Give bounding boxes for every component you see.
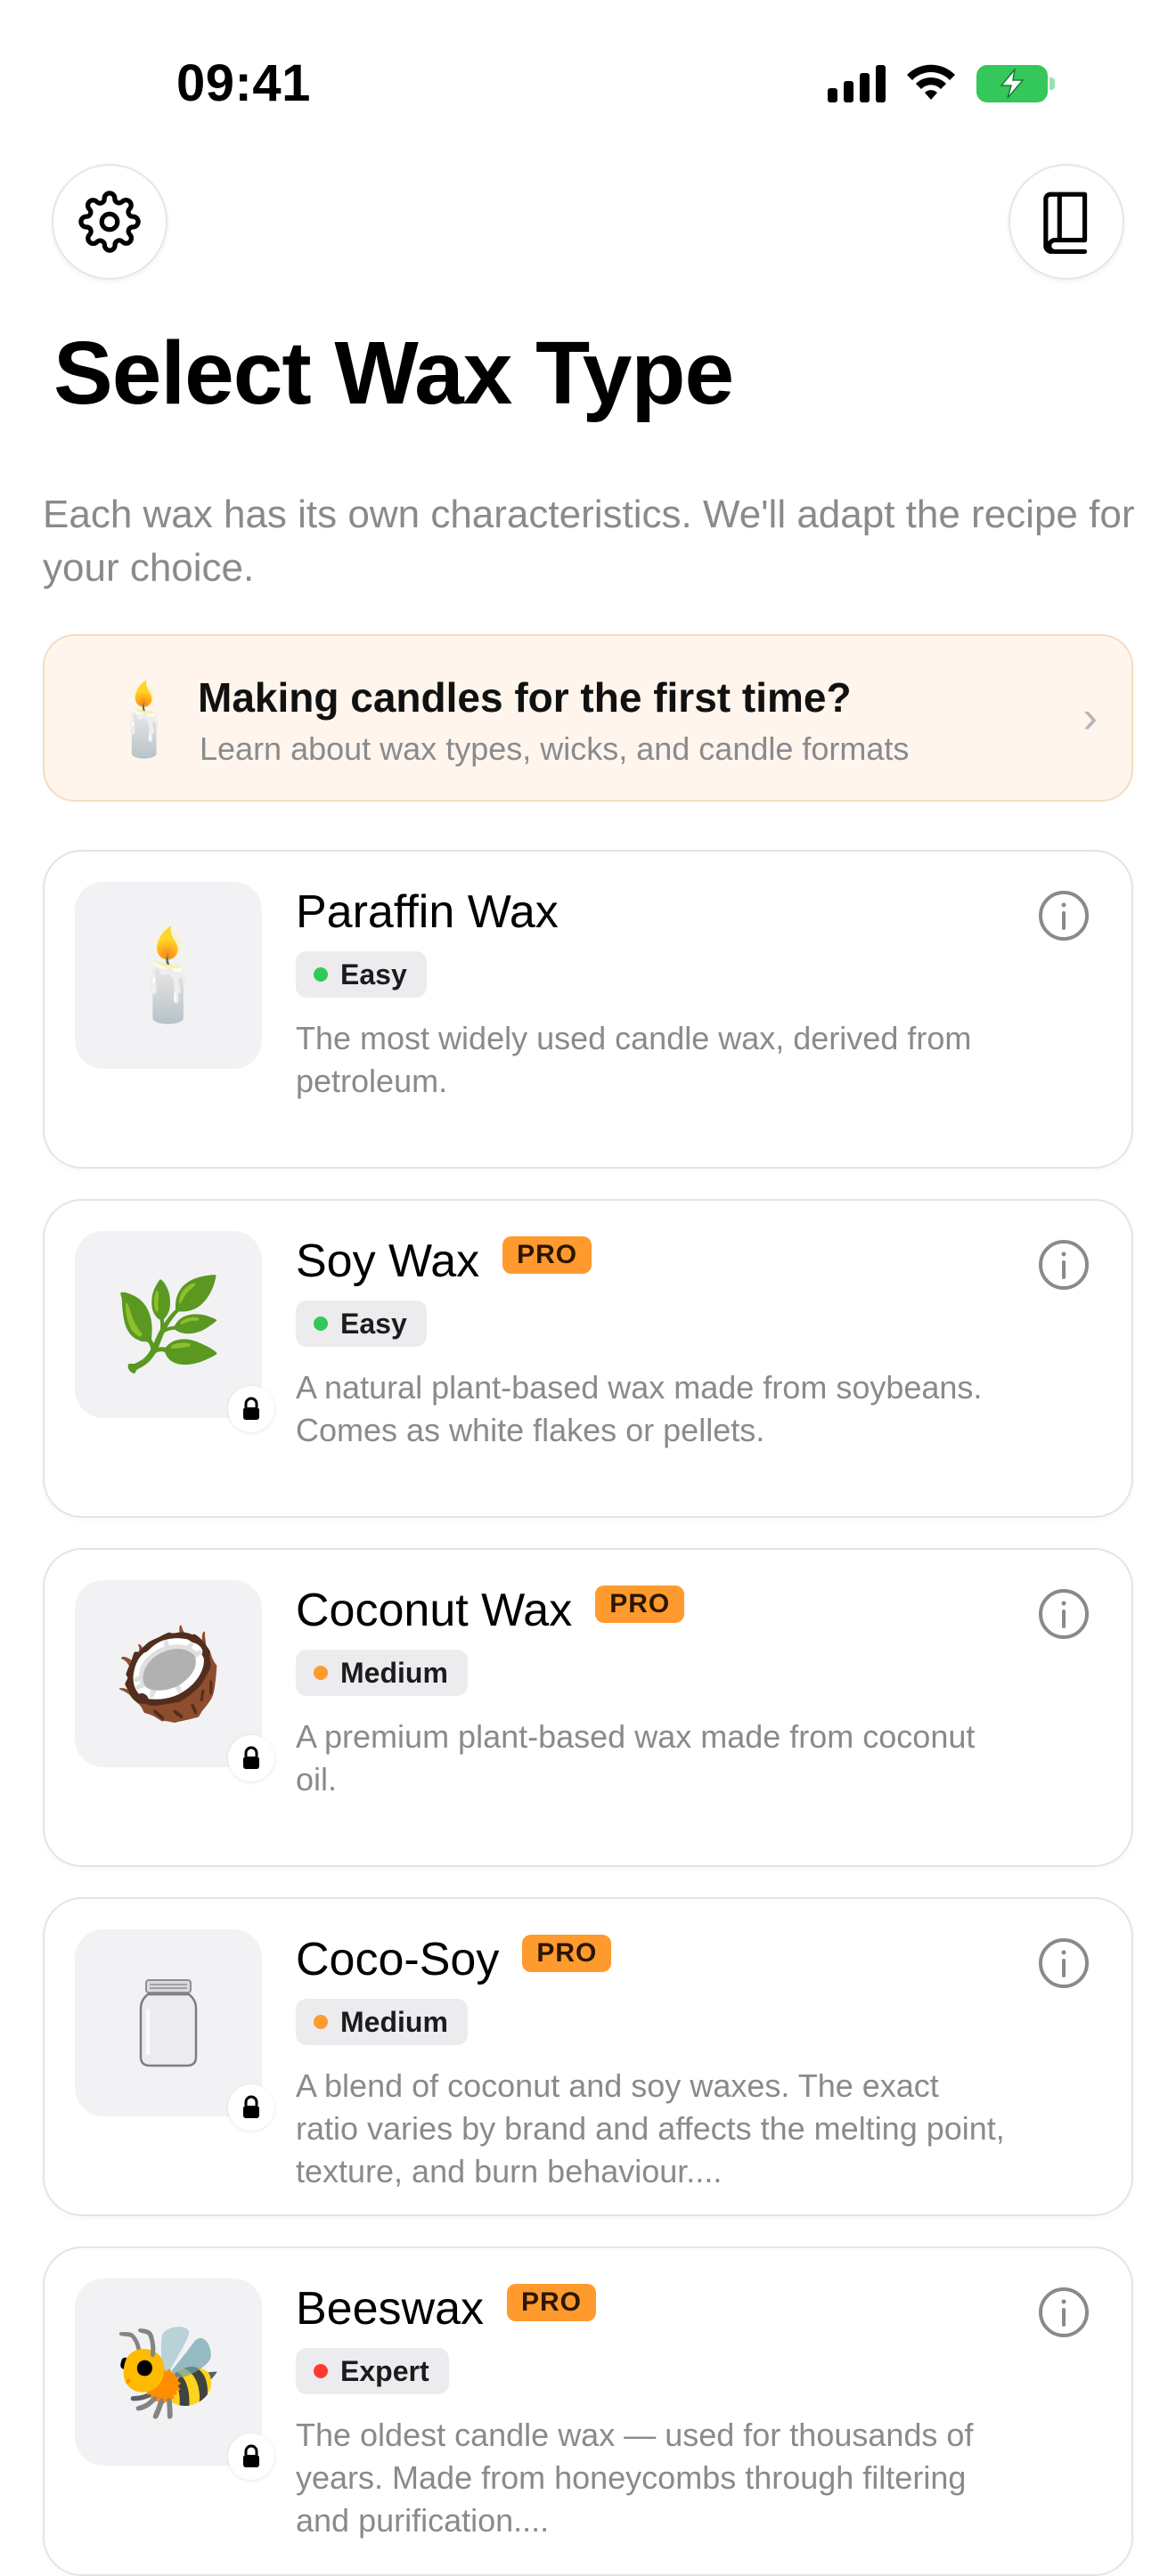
cellular-signal-icon xyxy=(828,65,886,102)
difficulty-label: Easy xyxy=(340,1307,407,1340)
candle-icon: 🕯️ xyxy=(112,925,225,1025)
book-icon xyxy=(1043,192,1088,254)
wax-card-coconut[interactable]: 🥥 Coconut Wax PRO Medium A premium plant… xyxy=(43,1548,1133,1867)
wax-card-beeswax[interactable]: 🐝 Beeswax PRO Expert The oldest candle w… xyxy=(43,2246,1133,2576)
jar-icon xyxy=(139,1979,198,2067)
difficulty-dot xyxy=(314,2015,328,2029)
wax-name: Paraffin Wax xyxy=(296,886,559,938)
banner-title: Making candles for the first time? xyxy=(198,674,852,721)
wax-card-coco-soy[interactable]: Coco-Soy PRO Medium A blend of coconut a… xyxy=(43,1897,1133,2216)
lock-icon xyxy=(228,2084,274,2131)
wax-thumbnail: 🐝 xyxy=(75,2278,262,2466)
wax-name: Coconut Wax xyxy=(296,1585,573,1636)
wax-description: The most widely used candle wax, derived… xyxy=(296,1020,972,1099)
info-icon[interactable] xyxy=(1037,1238,1090,1292)
wax-description: A premium plant-based wax made from coco… xyxy=(296,1718,976,1797)
difficulty-label: Expert xyxy=(340,2354,429,2387)
gear-icon xyxy=(78,191,141,253)
settings-button[interactable] xyxy=(52,164,167,280)
lock-icon xyxy=(228,1735,274,1781)
pro-badge: PRO xyxy=(502,1236,592,1274)
difficulty-label: Medium xyxy=(340,2005,448,2038)
wax-thumbnail: 🌿 xyxy=(75,1231,262,1418)
page-title: Select Wax Type xyxy=(53,323,734,423)
difficulty-badge: Easy xyxy=(296,1300,427,1347)
difficulty-dot xyxy=(314,1666,328,1680)
status-time: 09:41 xyxy=(176,54,311,112)
battery-charging-icon xyxy=(976,65,1055,102)
info-icon[interactable] xyxy=(1037,889,1090,942)
bee-icon: 🐝 xyxy=(112,2322,225,2422)
difficulty-badge: Medium xyxy=(296,1650,468,1696)
wax-description: The oldest candle wax — used for thousan… xyxy=(296,2417,974,2539)
pro-badge: PRO xyxy=(507,2284,597,2321)
wax-description: A blend of coconut and soy waxes. The ex… xyxy=(296,2067,1005,2189)
wax-name: Coco-Soy xyxy=(296,1934,500,1985)
difficulty-badge: Expert xyxy=(296,2348,449,2394)
difficulty-badge: Easy xyxy=(296,951,427,998)
wax-thumbnail: 🕯️ xyxy=(75,882,262,1069)
candle-icon: 🕯️ xyxy=(100,680,189,759)
wifi-icon xyxy=(907,64,955,100)
chevron-right-icon: › xyxy=(1082,692,1098,742)
status-bar: 09:41 xyxy=(0,0,1176,169)
page-subtitle: Each wax has its own characteristics. We… xyxy=(43,493,1135,590)
guide-book-button[interactable] xyxy=(1009,164,1124,280)
lock-icon xyxy=(228,1386,274,1432)
info-icon[interactable] xyxy=(1037,2286,1090,2339)
pro-badge: PRO xyxy=(595,1586,685,1623)
wax-name: Soy Wax xyxy=(296,1235,480,1287)
info-icon[interactable] xyxy=(1037,1936,1090,1990)
lock-icon xyxy=(228,2433,274,2480)
difficulty-dot xyxy=(314,2364,328,2378)
difficulty-dot xyxy=(314,1317,328,1331)
difficulty-dot xyxy=(314,967,328,982)
wax-thumbnail: 🥥 xyxy=(75,1580,262,1767)
herb-icon: 🌿 xyxy=(112,1275,225,1374)
banner-subtitle: Learn about wax types, wicks, and candle… xyxy=(200,730,910,767)
wax-card-soy[interactable]: 🌿 Soy Wax PRO Easy A natural plant-based… xyxy=(43,1199,1133,1518)
difficulty-label: Medium xyxy=(340,1656,448,1689)
wax-card-paraffin[interactable]: 🕯️ Paraffin Wax Easy The most widely use… xyxy=(43,850,1133,1169)
status-icons xyxy=(828,64,1055,103)
first-time-guide-banner[interactable]: 🕯️ Making candles for the first time? Le… xyxy=(43,634,1133,802)
wax-thumbnail xyxy=(75,1929,262,2116)
difficulty-badge: Medium xyxy=(296,1999,468,2045)
pro-badge: PRO xyxy=(522,1935,612,1972)
info-icon[interactable] xyxy=(1037,1587,1090,1641)
difficulty-label: Easy xyxy=(340,958,407,990)
coconut-icon: 🥥 xyxy=(112,1624,225,1724)
wax-description: A natural plant-based wax made from soyb… xyxy=(296,1369,983,1448)
wax-name: Beeswax xyxy=(296,2283,484,2335)
